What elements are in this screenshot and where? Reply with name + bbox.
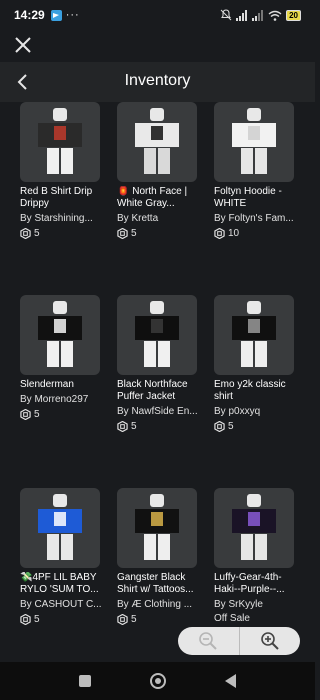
item-price: 5 — [117, 614, 203, 625]
item-name: Luffy-Gear-4th-Haki--Purple--... — [214, 572, 285, 595]
wifi-icon — [268, 10, 282, 21]
close-icon[interactable] — [14, 36, 32, 54]
item-price: 5 — [117, 421, 203, 432]
avatar-clothing-preview — [38, 494, 82, 560]
robux-icon — [214, 421, 225, 432]
item-price: 5 — [20, 614, 106, 625]
price-value: 5 — [131, 421, 137, 432]
avatar-clothing-preview — [232, 301, 276, 367]
item-creator[interactable]: By CASHOUT C... — [20, 599, 106, 611]
signal-2-icon — [252, 9, 264, 21]
item-creator[interactable]: By SrKyyle — [214, 599, 300, 611]
status-bar: 14:29 ··· 20 — [0, 0, 315, 30]
item-creator[interactable]: By Kretta — [117, 213, 203, 225]
item-name: Black Northface Puffer Jacket — [117, 379, 188, 402]
zoom-in-icon — [260, 632, 279, 650]
item-price: 10 — [214, 228, 300, 239]
item-creator[interactable]: By Morreno297 — [20, 394, 106, 406]
status-time: 14:29 — [14, 8, 45, 22]
avatar-clothing-preview — [38, 108, 82, 174]
price-value: 5 — [131, 614, 137, 625]
zoom-control — [178, 627, 300, 655]
avatar-clothing-preview — [135, 494, 179, 560]
page-title: Inventory — [124, 72, 191, 89]
inventory-item[interactable]: Luffy-Gear-4th-Haki--Purple--... By SrKyy… — [214, 488, 300, 624]
recents-icon[interactable] — [79, 675, 92, 687]
item-creator[interactable]: By NawfSide En... — [117, 406, 203, 418]
telegram-icon — [50, 9, 62, 21]
item-creator[interactable]: By Foltyn's Fam... — [214, 213, 300, 225]
avatar-clothing-preview — [232, 494, 276, 560]
mute-icon — [220, 9, 232, 21]
zoom-out-icon — [199, 632, 217, 650]
inventory-item[interactable]: Emo y2k classic shirt By p0xxyq 5 — [214, 295, 300, 432]
system-back-icon[interactable] — [224, 674, 236, 688]
price-value: 5 — [228, 421, 234, 432]
home-icon[interactable] — [149, 673, 166, 689]
robux-icon — [20, 409, 31, 420]
price-value: 10 — [228, 228, 240, 239]
item-thumbnail[interactable] — [214, 488, 294, 568]
price-value: 5 — [34, 614, 40, 625]
battery-indicator: 20 — [286, 9, 301, 21]
zoom-in-button[interactable] — [240, 627, 301, 655]
inventory-item[interactable]: 🏮 North Face | White Gray... By Kretta 5 — [117, 102, 203, 239]
item-thumbnail[interactable] — [20, 102, 100, 182]
item-price: 5 — [214, 421, 300, 432]
item-price: 5 — [117, 228, 203, 239]
robux-icon — [20, 614, 31, 625]
inventory-item[interactable]: Red B Shirt Drip Drippy By Starshining...… — [20, 102, 106, 239]
close-row — [0, 30, 315, 62]
item-creator[interactable]: By p0xxyq — [214, 406, 300, 418]
more-notifications-icon: ··· — [65, 9, 80, 21]
item-thumbnail[interactable] — [214, 295, 294, 375]
item-creator[interactable]: By Starshining... — [20, 213, 106, 225]
item-name: Slenderman — [20, 379, 74, 390]
avatar-clothing-preview — [135, 108, 179, 174]
zoom-out-button[interactable] — [178, 627, 240, 655]
item-thumbnail[interactable] — [117, 295, 197, 375]
robux-icon — [117, 228, 128, 239]
system-nav-bar — [0, 662, 315, 700]
inventory-item[interactable]: Foltyn Hoodie - WHITE By Foltyn's Fam... 1… — [214, 102, 300, 239]
item-thumbnail[interactable] — [20, 488, 100, 568]
avatar-clothing-preview — [38, 301, 82, 367]
price-value: 5 — [131, 228, 137, 239]
item-thumbnail[interactable] — [117, 102, 197, 182]
price-value: 5 — [34, 409, 40, 420]
price-value: 5 — [34, 228, 40, 239]
offsale-label: Off Sale — [214, 613, 250, 624]
inventory-item[interactable]: Gangster Black Shirt w/ Tattoos... By Æ C… — [117, 488, 203, 625]
item-name: Gangster Black Shirt w/ Tattoos... — [117, 572, 194, 595]
avatar-clothing-preview — [232, 108, 276, 174]
inventory-grid: Red B Shirt Drip Drippy By Starshining...… — [0, 102, 315, 700]
item-thumbnail[interactable] — [20, 295, 100, 375]
avatar-clothing-preview — [135, 301, 179, 367]
robux-icon — [20, 228, 31, 239]
item-price: 5 — [20, 409, 106, 420]
item-name: 💸4PF LIL BABY RYLO 'SUM TO... — [20, 572, 99, 595]
item-creator[interactable]: By Æ Clothing ... — [117, 599, 203, 611]
item-name: 🏮 North Face | White Gray... — [117, 186, 188, 209]
inventory-header: Inventory — [0, 62, 315, 102]
item-name: Red B Shirt Drip Drippy — [20, 186, 93, 209]
signal-icon — [236, 9, 248, 21]
robux-icon — [214, 228, 225, 239]
inventory-item[interactable]: 💸4PF LIL BABY RYLO 'SUM TO... By CASHOUT … — [20, 488, 106, 625]
robux-icon — [117, 421, 128, 432]
inventory-item[interactable]: Black Northface Puffer Jacket By NawfSide… — [117, 295, 203, 432]
item-thumbnail[interactable] — [117, 488, 197, 568]
item-thumbnail[interactable] — [214, 102, 294, 182]
item-name: Emo y2k classic shirt — [214, 379, 286, 402]
inventory-item[interactable]: Slenderman By Morreno297 5 — [20, 295, 106, 420]
robux-icon — [117, 614, 128, 625]
item-name: Foltyn Hoodie - WHITE — [214, 186, 282, 209]
item-price: 5 — [20, 228, 106, 239]
